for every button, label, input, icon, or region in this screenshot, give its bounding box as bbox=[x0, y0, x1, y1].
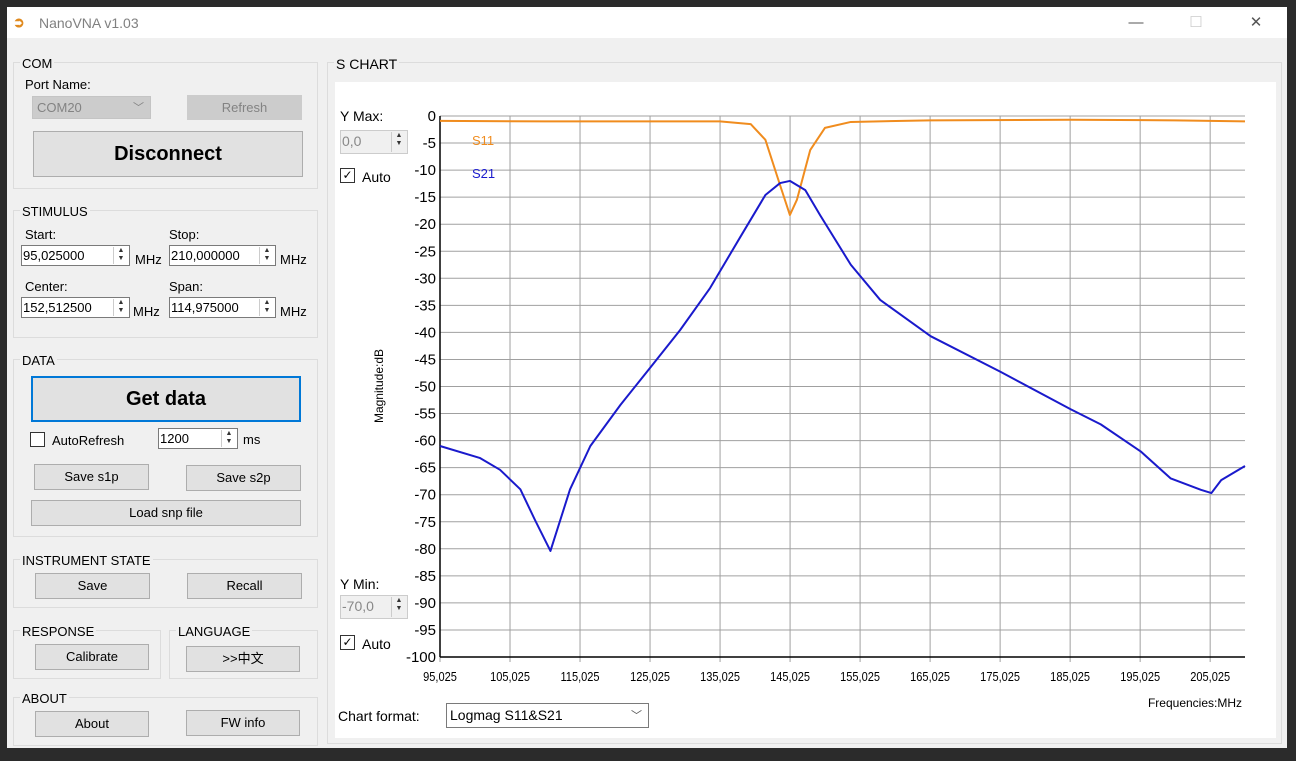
x-tick-label: 175,025 bbox=[980, 669, 1020, 684]
series-line-s21 bbox=[439, 179, 1246, 552]
y-axis-label: Magnitude:dB bbox=[372, 349, 386, 423]
y-tick-label: -40 bbox=[414, 324, 436, 341]
x-tick-label: 105,025 bbox=[490, 669, 530, 684]
y-tick-label: -30 bbox=[414, 270, 436, 287]
y-tick-label: -5 bbox=[423, 135, 436, 152]
y-tick-label: -70 bbox=[414, 487, 436, 504]
y-tick-label: -100 bbox=[406, 649, 436, 666]
y-tick-label: -25 bbox=[414, 243, 436, 260]
y-tick-label: -55 bbox=[414, 406, 436, 423]
y-tick-label: -20 bbox=[414, 216, 436, 233]
y-tick-label: 0 bbox=[428, 108, 436, 125]
y-tick-label: -95 bbox=[414, 622, 436, 639]
y-tick-label: -35 bbox=[414, 297, 436, 314]
x-tick-label: 115,025 bbox=[560, 669, 599, 684]
x-tick-label: 145,025 bbox=[770, 669, 810, 684]
legend-s11: S11 bbox=[472, 133, 494, 148]
x-tick-label: 135,025 bbox=[700, 669, 740, 684]
series-line-s11 bbox=[439, 118, 1246, 217]
x-tick-label: 195,025 bbox=[1120, 669, 1160, 684]
y-tick-label: -65 bbox=[414, 460, 436, 477]
x-tick-label: 165,025 bbox=[910, 669, 950, 684]
x-tick-label: 155,025 bbox=[840, 669, 880, 684]
x-tick-label: 95,025 bbox=[423, 669, 457, 684]
y-tick-label: -45 bbox=[414, 351, 436, 368]
y-tick-label: -60 bbox=[414, 433, 436, 450]
y-tick-label: -80 bbox=[414, 541, 436, 558]
s-parameter-chart: 0 -5 -10 -15 -20 -25 -30 -35 -40 -45 -50 -55 -60 -65 -… bbox=[372, 108, 1246, 710]
y-tick-label: -10 bbox=[414, 162, 436, 179]
y-tick-label: -90 bbox=[414, 595, 436, 612]
y-tick-label: -85 bbox=[414, 568, 436, 585]
y-tick-label: -50 bbox=[414, 379, 436, 396]
x-tick-label: 125,025 bbox=[630, 669, 670, 684]
legend-s21: S21 bbox=[472, 166, 495, 181]
y-tick-label: -15 bbox=[414, 189, 436, 206]
y-tick-label: -75 bbox=[414, 514, 436, 531]
x-axis-label: Frequencies:MHz bbox=[1148, 696, 1242, 710]
x-tick-label: 185,025 bbox=[1050, 669, 1090, 684]
x-tick-label: 205,025 bbox=[1190, 669, 1230, 684]
